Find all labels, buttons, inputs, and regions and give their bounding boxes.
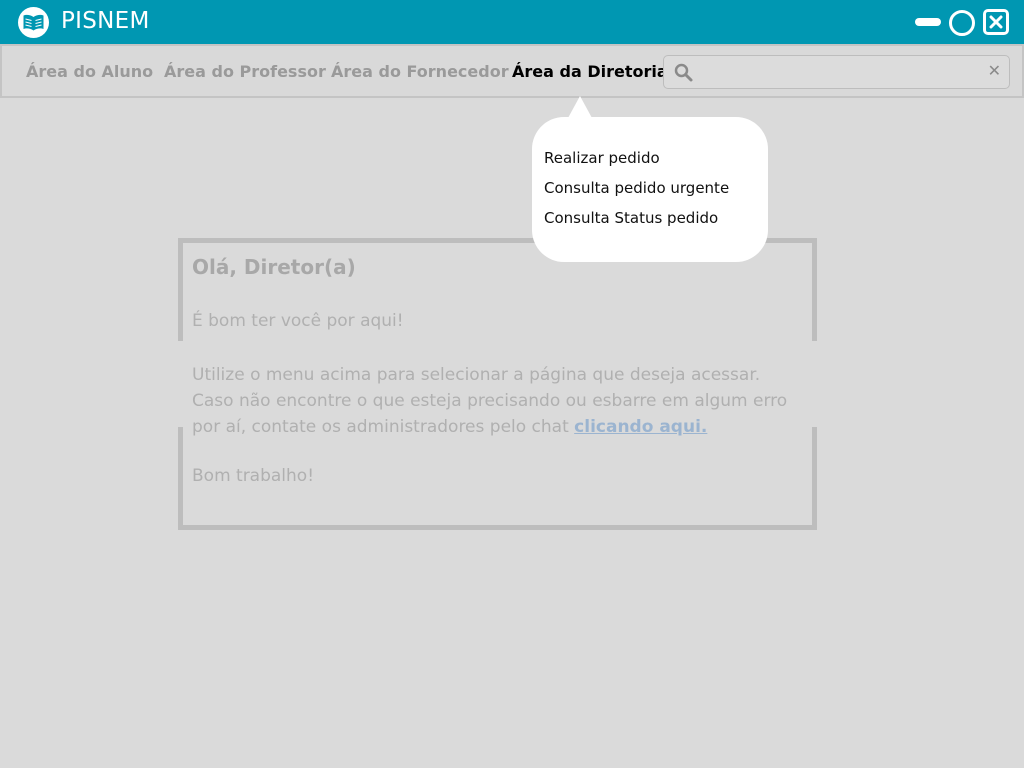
welcome-title: Olá, Diretor(a) xyxy=(192,255,356,279)
app-title: PISNEM xyxy=(61,8,150,34)
tab-area-diretoria[interactable]: Área da Diretoria xyxy=(512,62,668,81)
tab-area-aluno[interactable]: Área do Aluno xyxy=(26,62,153,81)
welcome-subtitle: É bom ter você por aqui! xyxy=(192,311,404,331)
menu-item-realizar-pedido[interactable]: Realizar pedido xyxy=(544,149,660,167)
menu-item-consulta-status-pedido[interactable]: Consulta Status pedido xyxy=(544,209,718,227)
tab-area-professor[interactable]: Área do Professor xyxy=(164,62,326,81)
search-box[interactable]: ✕ xyxy=(663,55,1010,89)
minimize-icon[interactable] xyxy=(915,18,941,26)
menu-item-consulta-pedido-urgente[interactable]: Consulta pedido urgente xyxy=(544,179,729,197)
search-icon[interactable] xyxy=(674,63,694,87)
nav-bar: Área do Aluno Área do Professor Área do … xyxy=(0,44,1024,98)
chat-link[interactable]: clicando aqui. xyxy=(574,417,707,437)
search-input[interactable] xyxy=(704,60,974,84)
welcome-paragraph: Utilize o menu acima para selecionar a p… xyxy=(192,362,792,440)
book-icon xyxy=(18,7,49,38)
tab-area-fornecedor[interactable]: Área do Fornecedor xyxy=(331,62,509,81)
welcome-closing: Bom trabalho! xyxy=(192,466,315,486)
close-icon[interactable] xyxy=(983,9,1009,35)
dropdown-pointer xyxy=(568,96,592,118)
diretoria-dropdown-menu: Realizar pedido Consulta pedido urgente … xyxy=(532,117,768,262)
title-bar: PISNEM xyxy=(0,0,1024,44)
clear-search-icon[interactable]: ✕ xyxy=(988,62,1001,80)
maximize-icon[interactable] xyxy=(949,10,975,36)
